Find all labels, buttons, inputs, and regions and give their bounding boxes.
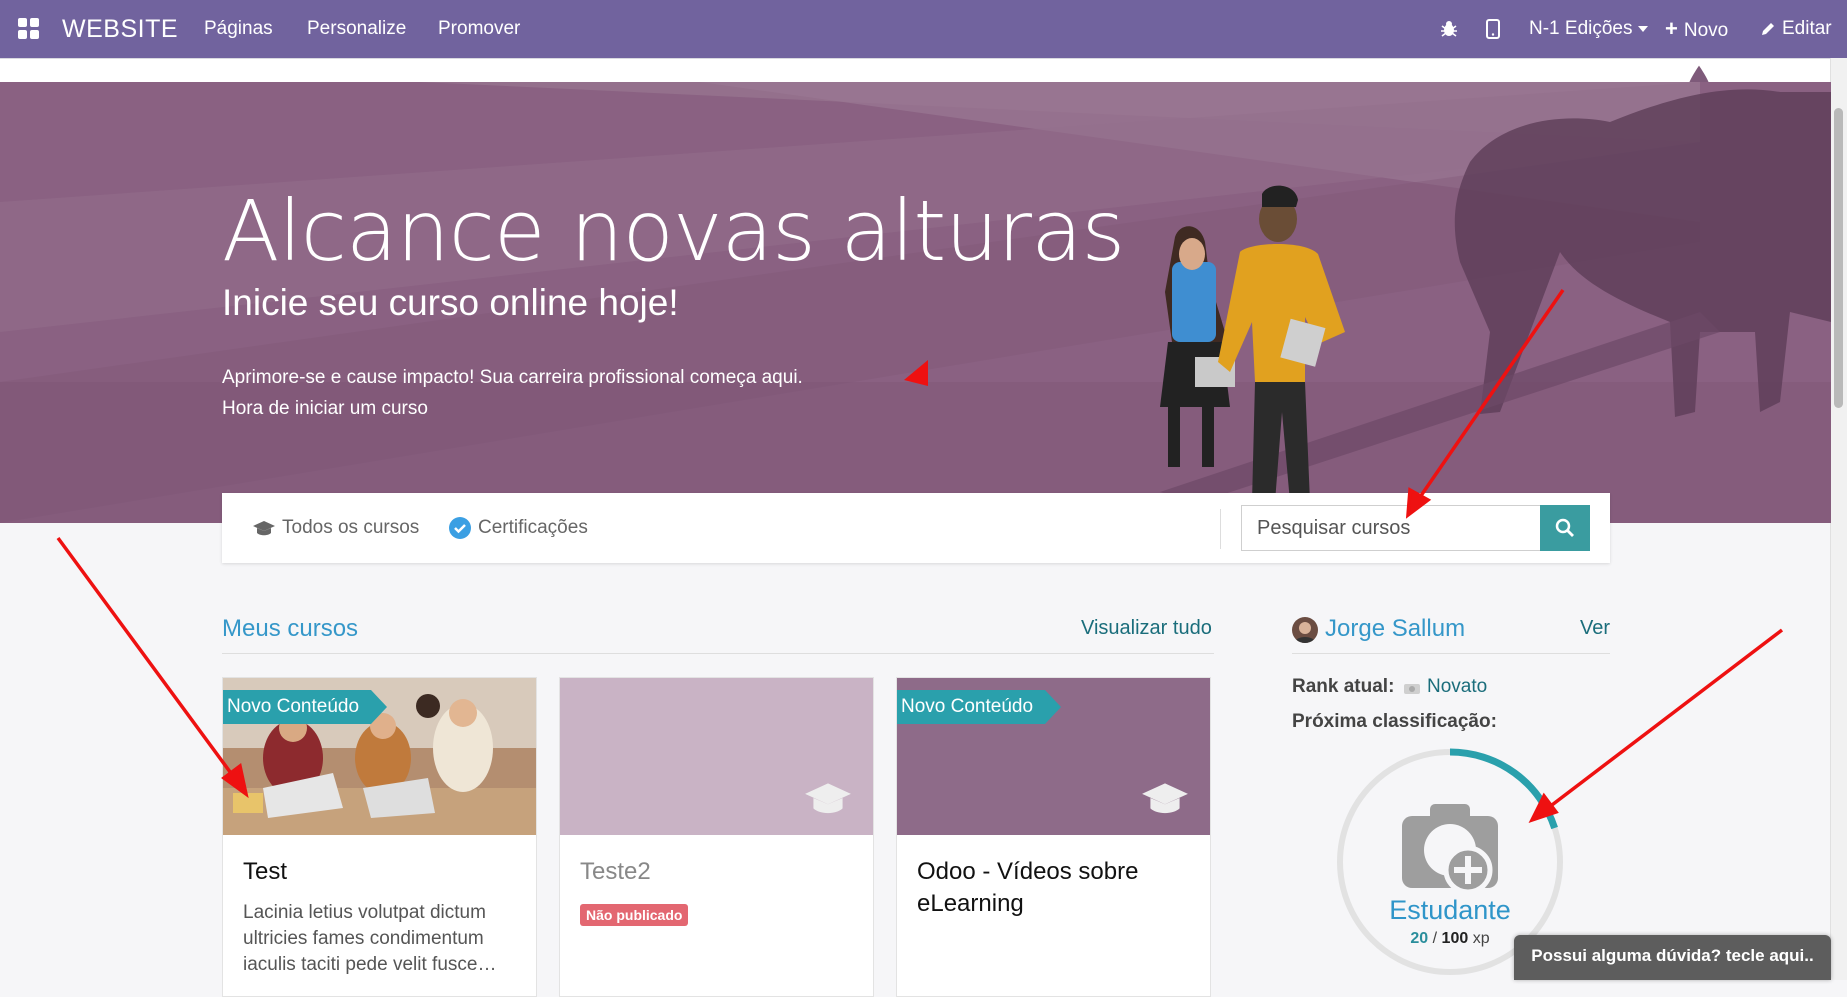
annotation-arrow [1528, 628, 1784, 823]
search-input[interactable] [1241, 505, 1540, 551]
next-rank-name: Estudante [1389, 895, 1511, 925]
course-description: Lacinia letius volutpat dictum ultricies… [243, 902, 497, 975]
divider [1292, 653, 1610, 654]
menu-personalize[interactable]: Personalize [307, 0, 406, 58]
chevron-down-icon [1637, 25, 1648, 32]
annotation-arrow [56, 536, 249, 799]
version-label: N-1 Edições [1529, 18, 1633, 39]
course-card-test[interactable]: Novo Conteúdo Test Lacinia letius volutp… [222, 677, 537, 997]
hero-subtitle: Inicie seu curso online hoje! [222, 282, 679, 323]
menu-promover[interactable]: Promover [438, 0, 520, 58]
course-title[interactable]: Odoo - Vídeos sobre eLearning [917, 856, 1197, 920]
xp-total: 100 [1441, 930, 1469, 947]
mobile-preview-icon[interactable] [1486, 0, 1500, 58]
unpublished-badge: Não publicado [580, 904, 689, 926]
plus-icon: + [1665, 16, 1678, 41]
top-navbar: WEBSITE Páginas Personalize Promover N-1… [0, 0, 1847, 58]
new-content-ribbon: Novo Conteúdo [897, 690, 1062, 724]
view-profile-link[interactable]: Ver [1580, 617, 1610, 640]
course-title[interactable]: Teste2 [580, 856, 860, 888]
course-card-teste2[interactable]: Teste2 Não publicado [559, 677, 874, 997]
hero-line-2: Hora de iniciar um curso [222, 398, 428, 419]
graduation-cap-icon [1142, 783, 1188, 814]
scrollbar[interactable] [1830, 58, 1847, 980]
hero-line-1: Aprimore-se e cause impacto! Sua carreir… [222, 367, 803, 388]
course-image-placeholder [560, 678, 873, 835]
hero-banner: Alcance novas alturas Inicie seu curso o… [0, 82, 1831, 523]
xp-current: 20 [1410, 930, 1429, 947]
course-title[interactable]: Test [243, 856, 523, 888]
website-brand[interactable]: WEBSITE [62, 0, 178, 58]
divider [222, 653, 1214, 654]
xp-separator: / [1432, 930, 1438, 947]
search-button[interactable] [1540, 505, 1590, 551]
graduation-cap-icon [805, 783, 851, 814]
tab-certifications[interactable]: Certificações [448, 493, 588, 563]
scrollbar-thumb[interactable] [1834, 108, 1843, 408]
bug-icon[interactable] [1440, 0, 1458, 58]
pencil-icon [1762, 22, 1774, 35]
course-image: Novo Conteúdo [223, 678, 536, 835]
rank-badge-icon [1404, 684, 1420, 694]
divider [1220, 509, 1221, 549]
verified-check-icon [449, 516, 471, 539]
graduation-cap-icon [253, 520, 275, 536]
new-content-ribbon: Novo Conteúdo [223, 690, 388, 724]
hero-title: Alcance novas alturas [222, 182, 1125, 280]
apps-grid-icon[interactable] [18, 18, 40, 40]
search-icon [1555, 518, 1574, 537]
current-rank-value: Novato [1427, 676, 1488, 697]
course-card-odoo-videos[interactable]: Novo Conteúdo Odoo - Vídeos sobre eLearn… [896, 677, 1211, 997]
edit-button[interactable]: Editar [1760, 0, 1832, 58]
profile-name[interactable]: Jorge Sallum [1325, 615, 1465, 643]
course-image-placeholder: Novo Conteúdo [897, 678, 1210, 835]
all-courses-label: Todos os cursos [282, 517, 420, 538]
hero-text: Aprimore-se e cause impacto! Sua carreir… [222, 362, 803, 424]
help-chat-button[interactable]: Possui alguma dúvida? tecle aqui.. [1514, 935, 1831, 980]
new-label: Novo [1683, 20, 1729, 41]
avatar [1292, 617, 1318, 643]
certifications-label: Certificações [478, 517, 588, 538]
menu-paginas[interactable]: Páginas [204, 0, 273, 58]
edit-label: Editar [1782, 18, 1832, 39]
xp-unit: xp [1472, 930, 1490, 947]
camera-plus-icon[interactable] [1402, 804, 1498, 895]
my-courses-title: Meus cursos [222, 615, 359, 642]
new-button[interactable]: + Novo [1665, 0, 1728, 58]
next-rank-label: Próxima classificação: [1292, 711, 1497, 732]
tab-all-courses[interactable]: Todos os cursos [252, 493, 419, 563]
version-dropdown[interactable]: N-1 Edições [1529, 0, 1648, 58]
current-rank-label: Rank atual: [1292, 676, 1395, 697]
course-filter-bar: Todos os cursos Certificações [222, 493, 1610, 563]
view-all-link[interactable]: Visualizar tudo [1081, 617, 1212, 640]
editor-strip [0, 58, 1831, 104]
